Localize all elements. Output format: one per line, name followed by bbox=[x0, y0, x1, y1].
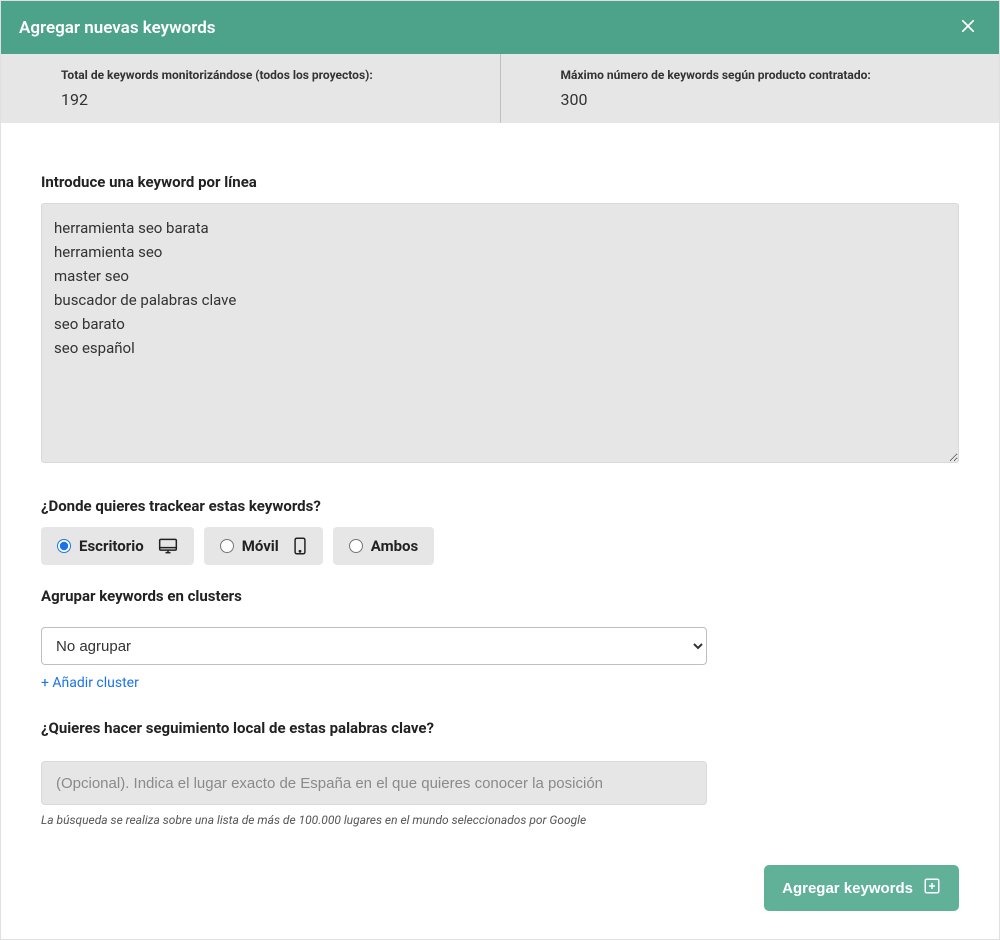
plus-square-icon bbox=[923, 877, 941, 899]
stat-total-label: Total de keywords monitorizándose (todos… bbox=[61, 68, 440, 82]
keywords-textarea[interactable] bbox=[41, 203, 959, 463]
close-icon bbox=[959, 17, 977, 38]
mobile-icon bbox=[293, 537, 307, 555]
add-keywords-modal: Agregar nuevas keywords Total de keyword… bbox=[0, 0, 1000, 940]
track-section: ¿Donde quieres trackear estas keywords? … bbox=[41, 497, 959, 565]
modal-body: Introduce una keyword por línea ¿Donde q… bbox=[1, 123, 999, 847]
cluster-select[interactable]: No agrupar bbox=[41, 627, 707, 665]
modal-footer: Agregar keywords bbox=[1, 847, 999, 939]
desktop-icon bbox=[158, 537, 178, 555]
keywords-section: Introduce una keyword por línea bbox=[41, 173, 959, 467]
cluster-label: Agrupar keywords en clusters bbox=[41, 587, 959, 605]
track-label: ¿Donde quieres trackear estas keywords? bbox=[41, 497, 959, 515]
radio-mobile-input[interactable] bbox=[220, 539, 234, 553]
close-button[interactable] bbox=[955, 13, 981, 42]
stat-max-value: 300 bbox=[561, 90, 940, 109]
radio-desktop-label: Escritorio bbox=[79, 537, 144, 555]
modal-header: Agregar nuevas keywords bbox=[1, 1, 999, 54]
stat-max: Máximo número de keywords según producto… bbox=[500, 54, 1000, 123]
radio-mobile[interactable]: Móvil bbox=[204, 527, 323, 565]
stats-bar: Total de keywords monitorizándose (todos… bbox=[1, 54, 999, 123]
radio-desktop-input[interactable] bbox=[57, 539, 71, 553]
local-label: ¿Quieres hacer seguimiento local de esta… bbox=[41, 719, 959, 737]
local-help-text: La búsqueda se realiza sobre una lista d… bbox=[41, 813, 959, 827]
stat-max-label: Máximo número de keywords según producto… bbox=[561, 68, 940, 82]
radio-mobile-label: Móvil bbox=[242, 537, 279, 555]
submit-button-label: Agregar keywords bbox=[782, 880, 913, 897]
local-input[interactable] bbox=[41, 761, 707, 805]
submit-button[interactable]: Agregar keywords bbox=[764, 865, 959, 911]
radio-both-input[interactable] bbox=[349, 539, 363, 553]
track-radio-group: Escritorio Móvil Ambos bbox=[41, 527, 959, 565]
stat-total: Total de keywords monitorizándose (todos… bbox=[1, 54, 500, 123]
local-section: ¿Quieres hacer seguimiento local de esta… bbox=[41, 719, 959, 827]
radio-desktop[interactable]: Escritorio bbox=[41, 527, 194, 565]
modal-title: Agregar nuevas keywords bbox=[19, 18, 216, 38]
cluster-section: Agrupar keywords en clusters No agrupar … bbox=[41, 587, 959, 691]
radio-both-label: Ambos bbox=[371, 537, 418, 555]
radio-both[interactable]: Ambos bbox=[333, 527, 434, 565]
stat-total-value: 192 bbox=[61, 90, 440, 109]
keywords-label: Introduce una keyword por línea bbox=[41, 173, 959, 191]
add-cluster-link[interactable]: + Añadir cluster bbox=[41, 675, 139, 691]
